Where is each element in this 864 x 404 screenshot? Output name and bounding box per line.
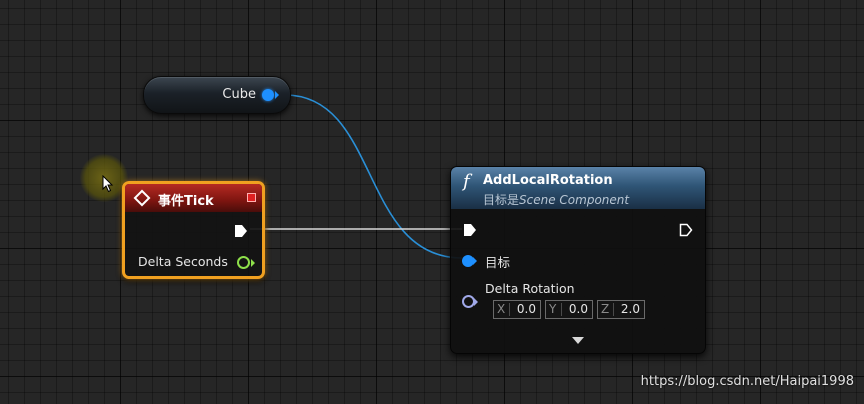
add-local-rotation-node[interactable]: f AddLocalRotation 目标是Scene Component 目标… [450, 166, 706, 354]
cube-output-pin[interactable] [262, 89, 274, 101]
cube-output-pin-arrow-icon [275, 91, 279, 99]
target-pin-arrow-icon [473, 257, 477, 265]
target-label: 目标 [485, 255, 511, 270]
delta-rotation-fields: X 0.0 Y 0.0 Z 2.0 [493, 300, 645, 319]
cube-variable-label: Cube [222, 87, 256, 102]
field-separator [613, 303, 614, 316]
add-local-rotation-title: AddLocalRotation [483, 173, 613, 188]
delta-rotation-label: Delta Rotation [485, 281, 575, 296]
expand-advanced-pins-icon[interactable] [572, 337, 584, 344]
rotation-z-value[interactable]: 2.0 [621, 302, 640, 316]
delta-seconds-output-pin[interactable] [237, 256, 250, 269]
event-tick-node[interactable]: 事件Tick Delta Seconds [122, 181, 265, 279]
delta-seconds-label: Delta Seconds [138, 254, 228, 269]
exec-input-pin[interactable] [463, 223, 477, 237]
field-separator [561, 303, 562, 316]
exec-output-pin[interactable] [679, 223, 693, 237]
function-icon: f [463, 171, 470, 192]
event-diamond-icon [133, 189, 151, 207]
rotation-x-axis-label: X [497, 302, 506, 316]
field-separator [509, 303, 510, 316]
blueprint-graph-canvas[interactable]: Cube 事件Tick Delta Seconds f AddLocalRota… [0, 0, 864, 404]
add-local-rotation-header: f AddLocalRotation 目标是Scene Component [451, 167, 705, 209]
mouse-cursor-icon [102, 175, 114, 193]
event-tick-header: 事件Tick [125, 184, 262, 212]
watermark-text: https://blog.csdn.net/Haipai1998 [640, 374, 854, 389]
delta-seconds-pin-arrow-icon [251, 259, 255, 267]
subtitle-class: Scene Component [519, 193, 630, 207]
rotation-z-field[interactable]: Z 2.0 [597, 300, 645, 319]
event-tick-title: 事件Tick [158, 194, 214, 209]
node-target-subtitle: 目标是Scene Component [483, 191, 629, 208]
subtitle-prefix: 目标是 [483, 193, 520, 207]
rotation-y-field[interactable]: Y 0.0 [545, 300, 593, 319]
rotation-y-value[interactable]: 0.0 [569, 302, 588, 316]
event-delegate-pin[interactable] [247, 193, 256, 202]
rotation-z-axis-label: Z [601, 302, 610, 316]
object-reference-wire[interactable] [284, 94, 463, 259]
delta-rotation-pin-arrow-icon [474, 298, 478, 306]
rotation-y-axis-label: Y [549, 302, 557, 316]
rotation-x-field[interactable]: X 0.0 [493, 300, 541, 319]
cube-variable-node[interactable]: Cube [143, 76, 291, 114]
event-exec-output-pin[interactable] [234, 224, 248, 238]
rotation-x-value[interactable]: 0.0 [517, 302, 536, 316]
